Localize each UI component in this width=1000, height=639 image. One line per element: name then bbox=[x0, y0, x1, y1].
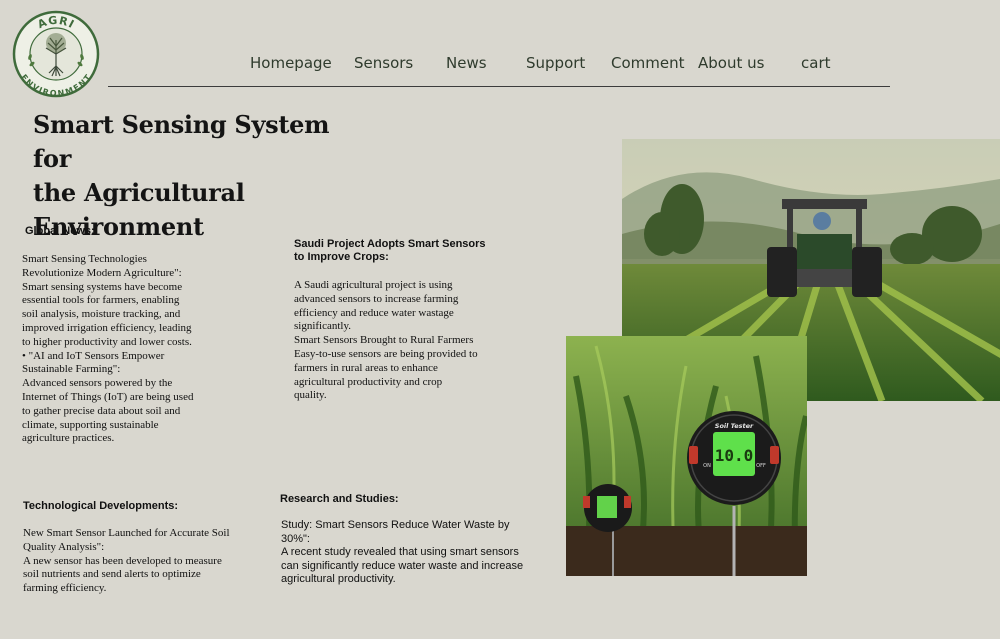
nav-support[interactable]: Support bbox=[526, 54, 585, 72]
global-news-line: agriculture practices. bbox=[22, 432, 115, 445]
tech-body: New Smart Sensor Launched for Accurate S… bbox=[23, 527, 283, 596]
research-line: A recent study revealed that using smart… bbox=[281, 546, 519, 559]
global-news-body: Smart Sensing Technologies Revolutionize… bbox=[22, 253, 272, 446]
nav-cart[interactable]: cart bbox=[801, 54, 831, 72]
global-news-line: Advanced sensors powered by the bbox=[22, 377, 173, 390]
nav-divider bbox=[108, 86, 890, 87]
soil-sensor-image: 10.0 Soil Tester ON OFF bbox=[566, 336, 807, 576]
tech-heading: Technological Developments: bbox=[23, 500, 179, 512]
meter-off-label: OFF bbox=[756, 463, 766, 469]
saudi-line: A Saudi agricultural project is using bbox=[294, 279, 453, 291]
global-news-line: Sustainable Farming": bbox=[22, 363, 121, 376]
nav-sensors[interactable]: Sensors bbox=[354, 54, 413, 72]
saudi-heading: Saudi Project Adopts Smart Sensors to Im… bbox=[294, 238, 486, 264]
research-line: Study: Smart Sensors Reduce Water Waste … bbox=[281, 519, 510, 531]
global-news-line: to gather precise data about soil and bbox=[22, 404, 181, 417]
saudi-line: farmers in rural areas to enhance bbox=[294, 361, 438, 374]
global-news-line: soil analysis, moisture tracking, and bbox=[22, 308, 181, 321]
saudi-heading-line: to Improve Crops: bbox=[294, 251, 389, 263]
tech-line: A new sensor has been developed to measu… bbox=[23, 554, 222, 567]
tech-line: soil nutrients and send alerts to optimi… bbox=[23, 568, 201, 581]
nav-news[interactable]: News bbox=[446, 54, 487, 72]
research-body: Study: Smart Sensors Reduce Water Waste … bbox=[281, 519, 556, 587]
global-news-line: improved irrigation efficiency, leading bbox=[22, 321, 192, 334]
global-news-line: climate, supporting sustainable bbox=[22, 418, 159, 431]
page-title: Smart Sensing System for the Agricultura… bbox=[33, 108, 363, 244]
global-news-line: • "AI and IoT Sensors Empower bbox=[22, 349, 165, 362]
global-news-line: essential tools for farmers, enabling bbox=[22, 294, 180, 307]
saudi-line: advanced sensors to increase farming bbox=[294, 292, 459, 305]
saudi-line: quality. bbox=[294, 389, 327, 402]
svg-text:10.0: 10.0 bbox=[715, 446, 754, 465]
nav-homepage[interactable]: Homepage bbox=[250, 54, 332, 72]
title-line: Smart Sensing System for bbox=[33, 110, 330, 173]
nav-about-us[interactable]: About us bbox=[698, 54, 764, 72]
tech-line: farming efficiency. bbox=[23, 582, 107, 595]
global-news-line: to higher productivity and lower costs. bbox=[22, 335, 192, 348]
global-news-line: Revolutionize Modern Agriculture": bbox=[22, 266, 182, 279]
research-line: 30%": bbox=[281, 532, 310, 545]
meter-on-label: ON bbox=[703, 463, 711, 469]
global-news-line: Internet of Things (IoT) are being used bbox=[22, 390, 194, 403]
saudi-line: Easy-to-use sensors are being provided t… bbox=[294, 347, 478, 360]
saudi-body: A Saudi agricultural project is using ad… bbox=[294, 279, 534, 403]
brand-logo[interactable]: AGRI ENVIRONMENT bbox=[12, 10, 100, 98]
global-news-line: Smart sensing systems have become bbox=[22, 280, 183, 293]
saudi-heading-line: Saudi Project Adopts Smart Sensors bbox=[294, 238, 486, 250]
research-line: agricultural productivity. bbox=[281, 573, 396, 586]
global-news-heading: Global News: bbox=[25, 225, 95, 237]
global-news-line: Smart Sensing Technologies bbox=[22, 253, 147, 265]
saudi-line: efficiency and reduce water wastage bbox=[294, 306, 454, 319]
tech-line: Quality Analysis": bbox=[23, 540, 105, 553]
meter-brand: Soil Tester bbox=[715, 422, 754, 430]
title-line: the Agricultural bbox=[33, 178, 245, 207]
saudi-line: significantly. bbox=[294, 320, 352, 333]
nav-comment[interactable]: Comment bbox=[611, 54, 685, 72]
research-line: can significantly reduce water waste and… bbox=[281, 559, 524, 572]
tech-line: New Smart Sensor Launched for Accurate S… bbox=[23, 527, 230, 539]
saudi-line: Smart Sensors Brought to Rural Farmers bbox=[294, 334, 474, 347]
saudi-line: agricultural productivity and crop bbox=[294, 375, 443, 388]
research-heading: Research and Studies: bbox=[280, 493, 399, 505]
